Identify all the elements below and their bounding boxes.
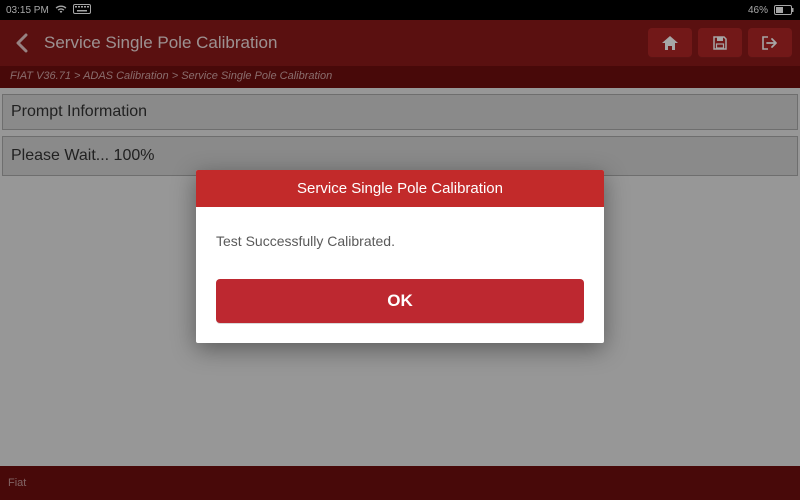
screen: 03:15 PM 46% Service Single Pole Calibra… xyxy=(0,0,800,500)
modal-overlay: Service Single Pole Calibration Test Suc… xyxy=(0,0,800,500)
modal-actions: OK xyxy=(196,259,604,343)
ok-button[interactable]: OK xyxy=(216,279,584,323)
modal-dialog: Service Single Pole Calibration Test Suc… xyxy=(196,170,604,343)
modal-title: Service Single Pole Calibration xyxy=(196,170,604,207)
modal-message: Test Successfully Calibrated. xyxy=(196,207,604,259)
